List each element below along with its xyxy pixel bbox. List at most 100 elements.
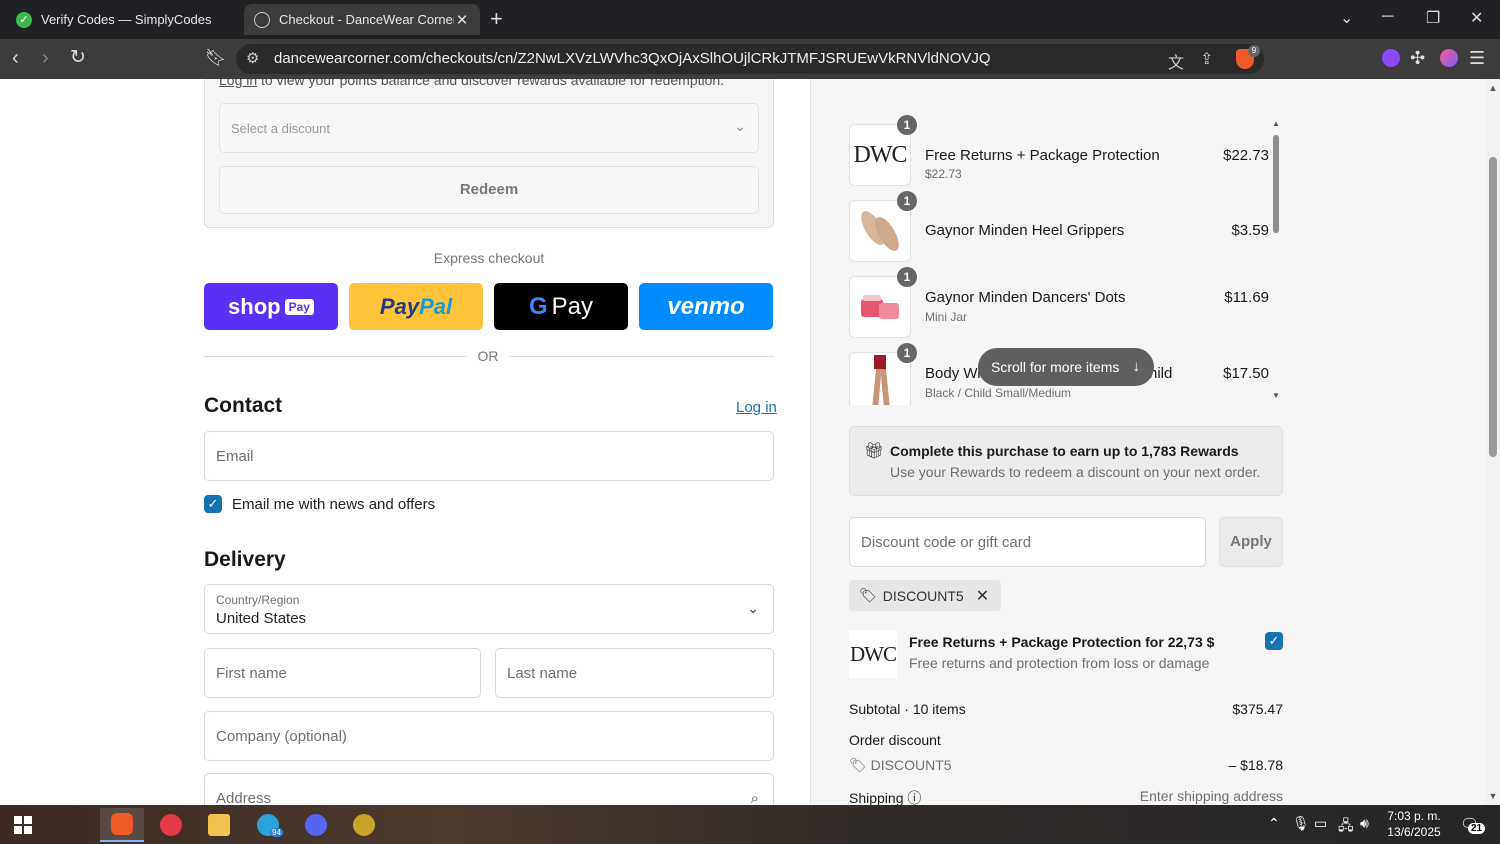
telegram-taskbar-app[interactable]: 94 <box>246 808 290 842</box>
item-name: Free Returns + Package Protection <box>925 147 1160 164</box>
forward-button[interactable]: › <box>42 47 49 69</box>
shop-pay-button[interactable]: shop Pay <box>204 283 338 330</box>
scroll-up-arrow-icon[interactable]: ▲ <box>1486 83 1500 93</box>
scroll-for-more-button[interactable]: Scroll for more items ↓ <box>978 348 1154 386</box>
quantity-badge: 1 <box>897 115 917 135</box>
quantity-badge: 1 <box>897 191 917 211</box>
email-news-checkbox[interactable]: ✓ <box>204 495 222 513</box>
company-field[interactable]: Company (optional) <box>204 711 774 761</box>
protection-title: Free Returns + Package Protection for 22… <box>909 634 1215 650</box>
order-discount-label: Order discount <box>849 732 941 748</box>
checkout-form-column: Log in to view your points balance and d… <box>0 79 810 805</box>
items-scrollbar[interactable]: ▲ ▼ <box>1271 119 1281 409</box>
tab-checkout[interactable]: Checkout - DanceWear Corner ✕ <box>244 4 480 35</box>
leo-ai-icon[interactable] <box>1382 49 1400 67</box>
applied-discount-code: DISCOUNT5 <box>882 587 964 604</box>
wow-taskbar-app[interactable] <box>342 808 386 842</box>
country-select[interactable]: Country/Region United States ⌄ <box>204 584 774 634</box>
venmo-button[interactable]: venmo <box>639 283 773 330</box>
scroll-for-more-label: Scroll for more items <box>991 359 1120 375</box>
redeem-button[interactable]: Redeem <box>219 166 759 214</box>
email-field[interactable]: Email <box>204 431 774 481</box>
applied-discount-tag: 🏷︎ DISCOUNT5 ✕ <box>849 580 1002 611</box>
clock-time: 7:03 p. m. <box>1387 809 1441 823</box>
paypal-logo-pay: Pay <box>379 293 420 319</box>
points-info-text: Log in to view your points balance and d… <box>219 79 724 88</box>
close-window-button[interactable]: ✕ <box>1470 8 1483 28</box>
contact-login-link[interactable]: Log in <box>736 399 777 416</box>
volume-icon[interactable]: 🔊︎ <box>1360 815 1369 832</box>
help-icon[interactable]: ⓘ <box>907 790 921 805</box>
menu-icon[interactable]: ☰ <box>1469 47 1485 69</box>
or-label: OR <box>467 348 509 364</box>
rewards-subtitle: Use your Rewards to redeem a discount on… <box>890 464 1261 480</box>
cart-item: 1 Gaynor Minden Heel Grippers $3.59 <box>849 191 1269 264</box>
windows-start-button[interactable] <box>14 816 32 834</box>
close-tab-icon[interactable]: ✕ <box>454 11 470 29</box>
last-name-placeholder: Last name <box>507 665 578 682</box>
brave-beta-taskbar-app[interactable] <box>149 808 193 842</box>
wallet-icon[interactable] <box>1440 49 1458 67</box>
taskbar-clock[interactable]: 7:03 p. m. 13/6/2025 <box>1380 808 1448 840</box>
file-explorer-taskbar-app[interactable] <box>197 808 241 842</box>
protection-checkbox[interactable]: ✓ <box>1265 632 1283 650</box>
url-text[interactable]: dancewearcorner.com/checkouts/cn/Z2NwLXV… <box>274 50 991 67</box>
back-button[interactable]: ‹ <box>12 47 19 69</box>
extensions-icon[interactable]: ✣ <box>1410 47 1425 69</box>
remove-discount-icon[interactable]: ✕ <box>976 586 989 606</box>
network-icon[interactable]: 🖧︎ <box>1338 815 1354 839</box>
telegram-unread-badge: 94 <box>270 828 283 837</box>
page-scrollbar-thumb[interactable] <box>1489 157 1497 457</box>
item-name: Gaynor Minden Dancers' Dots <box>925 289 1126 306</box>
show-hidden-icons-icon[interactable]: ⌃ <box>1268 815 1280 832</box>
email-news-label: Email me with news and offers <box>232 496 436 513</box>
warcraft-icon <box>353 814 375 836</box>
items-scrollbar-thumb[interactable] <box>1273 135 1279 233</box>
brave-shields-count: 9 <box>1248 45 1260 57</box>
tab-simplycodes[interactable]: ✓ Verify Codes — SimplyCodes <box>6 4 238 35</box>
tab-search-chevron-icon[interactable]: ⌄ <box>1340 8 1353 28</box>
globe-icon <box>254 11 270 28</box>
last-name-field[interactable]: Last name <box>495 648 774 698</box>
tab-title: Checkout - DanceWear Corner <box>279 12 454 27</box>
translate-icon[interactable]: 文 <box>1168 49 1184 73</box>
address-bar[interactable]: ⚙ dancewearcorner.com/checkouts/cn/Z2NwL… <box>236 44 1264 74</box>
chevron-down-icon: ⌄ <box>734 118 746 134</box>
new-tab-button[interactable]: + <box>490 8 503 30</box>
protection-logo: DWC <box>849 630 897 678</box>
address-field[interactable]: Address ⌕ <box>204 773 774 805</box>
site-settings-icon[interactable]: ⚙ <box>246 49 259 67</box>
cart-item: DWC 1 Free Returns + Package Protection … <box>849 115 1269 188</box>
discord-taskbar-app[interactable] <box>294 808 338 842</box>
windows-taskbar: 94 ⌃ 🎙︎ ▭ 🖧︎ 🔊︎ 7:03 p. m. 13/6/2025 🗨︎ … <box>0 805 1500 844</box>
brave-taskbar-app[interactable] <box>100 808 144 842</box>
first-name-field[interactable]: First name <box>204 648 481 698</box>
search-icon: ⌕ <box>750 790 759 805</box>
scroll-up-arrow-icon[interactable]: ▲ <box>1271 119 1281 128</box>
page-scrollbar[interactable]: ▲ ▼ <box>1486 79 1500 805</box>
subtotal-label: Subtotal · 10 items <box>849 701 966 717</box>
order-discount-code-row: 🏷︎ DISCOUNT5 – $18.78 <box>849 757 1283 774</box>
discount-code-input[interactable]: Discount code or gift card <box>849 517 1206 567</box>
paypal-button[interactable]: Pay Pal <box>349 283 483 330</box>
microphone-icon[interactable]: 🎙︎ <box>1292 815 1310 832</box>
rewards-title: Complete this purchase to earn up to 1,7… <box>890 443 1239 459</box>
dwc-logo: DWC <box>850 641 897 666</box>
battery-icon[interactable]: ▭ <box>1314 815 1327 832</box>
notification-center-icon[interactable]: 🗨︎ 21 <box>1460 815 1486 834</box>
item-price: $22.73 <box>1223 147 1269 164</box>
scroll-down-arrow-icon[interactable]: ▼ <box>1271 391 1281 400</box>
minimize-button[interactable]: ─ <box>1382 8 1393 26</box>
google-pay-button[interactable]: G Pay <box>494 283 628 330</box>
reload-button[interactable]: ↻ <box>70 47 86 69</box>
select-discount-dropdown[interactable]: Select a discount ⌄ <box>219 103 759 153</box>
apply-discount-button[interactable]: Apply <box>1219 517 1283 567</box>
google-pay-text: Pay <box>551 292 594 320</box>
browser-tab-strip: ✓ Verify Codes — SimplyCodes Checkout - … <box>0 0 1500 39</box>
restore-button[interactable]: ❐ <box>1426 8 1440 28</box>
scroll-down-arrow-icon[interactable]: ▼ <box>1486 791 1500 801</box>
share-icon[interactable]: ⇪ <box>1200 49 1213 69</box>
points-login-link[interactable]: Log in <box>219 79 257 88</box>
item-price: $17.50 <box>1223 365 1269 382</box>
bookmark-icon[interactable]: 🔖︎ <box>205 47 227 69</box>
